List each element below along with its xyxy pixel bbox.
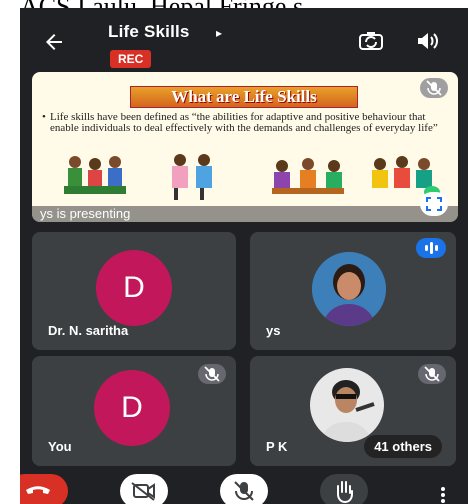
participant-name: ys [266,323,281,338]
avatar: D [94,370,170,446]
participant-name: P K [266,439,288,454]
presentation-tile[interactable]: What are Life Skills • Life skills have … [32,72,458,222]
participant-tile-3[interactable]: D You [32,356,236,466]
fullscreen-icon[interactable] [420,192,448,216]
avatar: D [96,250,172,326]
slide-body: Life skills have been defined as “the ab… [50,111,438,134]
switch-camera-icon[interactable] [358,30,384,52]
meet-call-screen: Life Skills ▸ REC What are Life Skills •… [20,8,468,504]
participant-tile-4[interactable]: P K 41 others [250,356,456,466]
illustration-people-group-2 [172,154,212,200]
call-controls [20,474,468,504]
raise-hand-icon[interactable] [320,474,368,504]
illustration-people-group-3 [272,158,344,194]
participant-name: You [48,439,72,454]
speaker-icon[interactable] [415,30,441,52]
slide-text: • Life skills have been defined as “the … [42,111,438,134]
slide-title: What are Life Skills [130,86,358,108]
illustration-people-group-1 [64,156,126,194]
meeting-title[interactable]: Life Skills [108,22,190,42]
mic-off-icon [418,364,446,384]
recording-badge: REC [110,50,152,68]
presenter-label: ys is presenting [40,206,131,221]
participant-tile-1[interactable]: D Dr. N. saritha [32,232,236,350]
video-off-icon[interactable] [120,474,168,504]
mic-off-icon [420,78,448,98]
mic-off-icon[interactable] [220,474,268,504]
participant-name: Dr. N. saritha [48,323,129,338]
avatar [312,252,386,326]
mic-off-icon [198,364,226,384]
avatar [310,368,384,442]
audio-level-icon [416,238,446,258]
arrow-back-icon[interactable] [42,30,66,54]
chevron-right-icon[interactable]: ▸ [216,26,222,40]
more-vert-icon[interactable] [440,486,446,504]
call-end-icon[interactable] [20,474,68,504]
participant-tile-2[interactable]: ys [250,232,456,350]
others-count-button[interactable]: 41 others [364,435,442,458]
